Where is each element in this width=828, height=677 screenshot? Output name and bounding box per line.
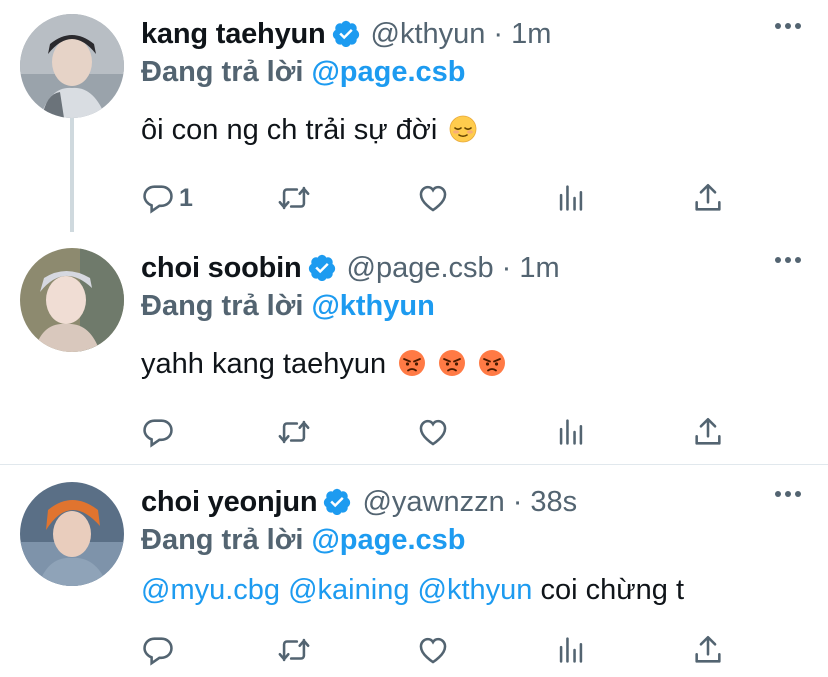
timestamp[interactable]: 38s <box>530 486 577 519</box>
replying-to-label: Đang trả lời <box>141 290 304 322</box>
tweet-actions <box>141 414 741 450</box>
replying-to-label: Đang trả lời <box>141 56 304 88</box>
separator-dot: · <box>512 485 523 518</box>
relieved-face-emoji-icon <box>450 115 477 143</box>
mention-link[interactable]: @myu.cbg <box>141 574 280 606</box>
retweet-icon <box>278 420 310 444</box>
angry-face-emoji-icon <box>439 350 466 376</box>
like-button[interactable] <box>416 632 450 668</box>
reply-icon <box>143 185 173 214</box>
tweet-actions: 1 <box>141 180 741 216</box>
reply-button[interactable] <box>141 632 179 668</box>
separator-dot: · <box>501 251 512 284</box>
tweet-header: kang taehyun @kthyun · 1m <box>141 14 551 54</box>
analytics-icon <box>559 185 583 211</box>
tweet-text-content: yahh kang taehyun <box>141 348 387 380</box>
separator-dot: · <box>493 17 504 50</box>
replying-to-handle[interactable]: @page.csb <box>311 56 465 88</box>
analytics-button[interactable] <box>554 632 588 668</box>
share-button[interactable] <box>691 632 725 668</box>
replying-to: Đang trả lời @page.csb <box>141 524 465 557</box>
reply-count: 1 <box>179 183 193 212</box>
tweet-actions <box>141 632 741 668</box>
retweet-button[interactable] <box>277 414 311 450</box>
share-icon <box>695 183 721 211</box>
timestamp[interactable]: 1m <box>519 252 559 285</box>
user-handle[interactable]: @kthyun <box>371 18 486 51</box>
timestamp[interactable]: 1m <box>511 18 551 51</box>
angry-face-emoji-icon <box>399 350 426 376</box>
retweet-button[interactable] <box>277 632 311 668</box>
analytics-icon <box>559 419 583 445</box>
retweet-icon <box>278 638 310 662</box>
user-handle[interactable]: @yawnzzn <box>362 486 504 519</box>
heart-icon <box>419 419 447 446</box>
tweet-text: yahh kang taehyun <box>141 348 506 381</box>
verified-badge-icon <box>324 488 351 516</box>
replying-to-label: Đang trả lời <box>141 524 304 556</box>
tweet-header: choi soobin @page.csb · 1m <box>141 248 560 288</box>
tweet-text-content: ôi con ng ch trải sự đời <box>141 114 438 146</box>
heart-icon <box>419 637 447 664</box>
share-button[interactable] <box>691 414 725 450</box>
more-options-icon[interactable] <box>774 490 802 498</box>
tweet-text-content: coi chừng t <box>540 574 685 606</box>
heart-icon <box>419 185 447 212</box>
like-button[interactable] <box>416 414 450 450</box>
reply-icon <box>143 637 173 666</box>
avatar[interactable] <box>20 482 124 586</box>
tweet-divider <box>0 464 828 465</box>
tweet-text: ôi con ng ch trải sự đời <box>141 114 477 147</box>
angry-face-emoji-icon <box>479 350 506 376</box>
replying-to-handle[interactable]: @kthyun <box>311 290 434 322</box>
replying-to: Đang trả lời @page.csb <box>141 56 465 89</box>
thread-line <box>70 118 74 232</box>
reply-button[interactable]: 1 <box>141 180 193 216</box>
display-name[interactable]: kang taehyun <box>141 18 326 51</box>
mention-link[interactable]: @kaining <box>288 574 409 606</box>
display-name[interactable]: choi soobin <box>141 252 302 285</box>
replying-to: Đang trả lời @kthyun <box>141 290 435 323</box>
share-icon <box>695 417 721 445</box>
tweet-1[interactable]: kang taehyun @kthyun · 1m Đang trả lời @… <box>0 0 828 232</box>
analytics-button[interactable] <box>554 180 588 216</box>
more-options-icon[interactable] <box>774 22 802 30</box>
replying-to-handle[interactable]: @page.csb <box>311 524 465 556</box>
share-button[interactable] <box>691 180 725 216</box>
avatar[interactable] <box>20 248 124 352</box>
retweet-icon <box>278 186 310 210</box>
tweet-2[interactable]: choi soobin @page.csb · 1m Đang trả lời … <box>0 234 828 464</box>
verified-badge-icon <box>308 254 335 282</box>
more-options-icon[interactable] <box>774 256 802 264</box>
analytics-button[interactable] <box>554 414 588 450</box>
avatar[interactable] <box>20 14 124 118</box>
analytics-icon <box>559 637 583 663</box>
reply-icon <box>143 419 173 448</box>
tweet-header: choi yeonjun @yawnzzn · 38s <box>141 482 577 522</box>
tweet-3[interactable]: choi yeonjun @yawnzzn · 38s Đang trả lời… <box>0 468 828 677</box>
like-button[interactable] <box>416 180 450 216</box>
user-handle[interactable]: @page.csb <box>347 252 494 285</box>
share-icon <box>695 635 721 663</box>
retweet-button[interactable] <box>277 180 311 216</box>
verified-badge-icon <box>332 20 359 48</box>
reply-button[interactable] <box>141 414 179 450</box>
mention-link[interactable]: @kthyun <box>418 574 533 606</box>
display-name[interactable]: choi yeonjun <box>141 486 318 519</box>
tweet-text: @myu.cbg @kaining @kthyun coi chừng t <box>141 574 684 607</box>
